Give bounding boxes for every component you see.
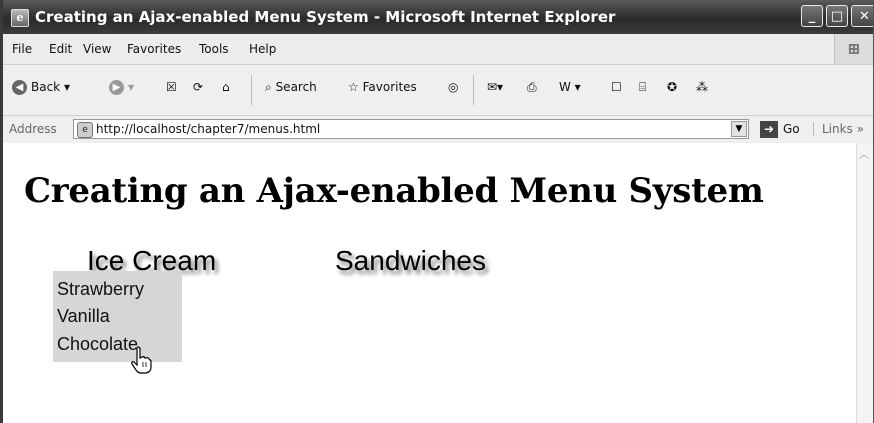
messenger-icon[interactable]: ✪ [667,80,677,94]
links-chevron-icon: » [856,122,864,136]
links-label: Links [822,122,853,136]
toolbar-divider [251,75,252,105]
submenu-item-strawberry[interactable]: Strawberry [57,279,144,300]
address-input[interactable]: e http://localhost/chapter7/menus.html ▼ [73,119,749,139]
forward-dropdown-icon[interactable]: ▾ [128,80,134,94]
go-button[interactable]: Go [783,122,800,136]
menu-help[interactable]: Help [249,42,276,56]
submenu-item-chocolate[interactable]: Chocolate [57,334,138,355]
minimize-button[interactable]: _ [801,5,823,27]
mail-icon[interactable]: ✉▾ [487,80,503,94]
windows-logo-icon: ⊞ [834,34,873,64]
maximize-button[interactable]: □ [826,5,848,27]
favorites-button[interactable]: ☆ Favorites [348,80,417,94]
bluetooth-icon[interactable]: ⁂ [696,80,708,94]
back-dropdown-icon[interactable]: ▾ [64,80,70,94]
menu-view[interactable]: View [83,42,111,56]
title-bar: e Creating an Ajax-enabled Menu System -… [3,0,873,34]
submenu-item-vanilla[interactable]: Vanilla [57,306,110,327]
page-title: Creating an Ajax-enabled Menu System [24,171,764,211]
ie-page-icon: e [11,9,29,27]
search-label: Search [275,80,317,94]
forward-button[interactable]: ▶ ▾ [109,80,134,95]
discuss-icon[interactable]: ☐ [611,80,622,94]
research-icon[interactable]: ⌸ [639,80,646,95]
menu-sandwiches[interactable]: Sandwiches [335,245,486,277]
refresh-icon[interactable]: ⟳ [193,80,203,94]
menu-edit[interactable]: Edit [49,42,72,56]
menu-file[interactable]: File [12,42,32,56]
address-url: http://localhost/chapter7/menus.html [96,122,321,136]
go-arrow-icon[interactable]: ➜ [760,121,778,138]
toolbar-divider [473,75,474,105]
edit-word-icon[interactable]: W ▾ [559,80,581,94]
address-bar: Address e http://localhost/chapter7/menu… [3,116,873,144]
back-button[interactable]: ◀ Back ▾ [12,80,70,95]
address-dropdown-icon[interactable]: ▼ [731,121,747,137]
forward-arrow-icon: ▶ [109,80,124,95]
menu-bar: File Edit View Favorites Tools Help ⊞ [3,34,873,65]
stop-icon[interactable]: ☒ [166,80,177,94]
scroll-up-icon[interactable]: ︿ [859,146,869,161]
search-icon: ⌕ [265,80,272,94]
standard-toolbar: ◀ Back ▾ ▶ ▾ ☒ ⟳ ⌂ ⌕ Search ☆ Favorites ◎ … [3,65,873,116]
favorites-label: Favorites [362,80,417,94]
hand-pointer-icon [131,346,152,374]
back-arrow-icon: ◀ [12,80,27,95]
address-label: Address [9,122,57,136]
search-button[interactable]: ⌕ Search [265,80,317,95]
home-icon[interactable]: ⌂ [222,80,230,94]
browser-window: e Creating an Ajax-enabled Menu System -… [0,0,874,423]
vertical-scrollbar[interactable]: ︿ [856,143,873,423]
page-icon: e [77,122,93,138]
star-icon: ☆ [348,80,359,94]
menu-favorites[interactable]: Favorites [127,42,181,56]
close-button[interactable]: ✕ [851,5,873,27]
print-icon[interactable]: ⎙ [527,80,537,95]
ice-cream-submenu: Strawberry Vanilla Chocolate [53,271,182,362]
back-label: Back [31,80,61,94]
links-button[interactable]: Links » [813,122,864,136]
history-icon[interactable]: ◎ [448,80,458,94]
window-title: Creating an Ajax-enabled Menu System - M… [35,8,616,26]
menu-tools[interactable]: Tools [199,42,229,56]
page-content: Creating an Ajax-enabled Menu System Ice… [3,143,857,423]
